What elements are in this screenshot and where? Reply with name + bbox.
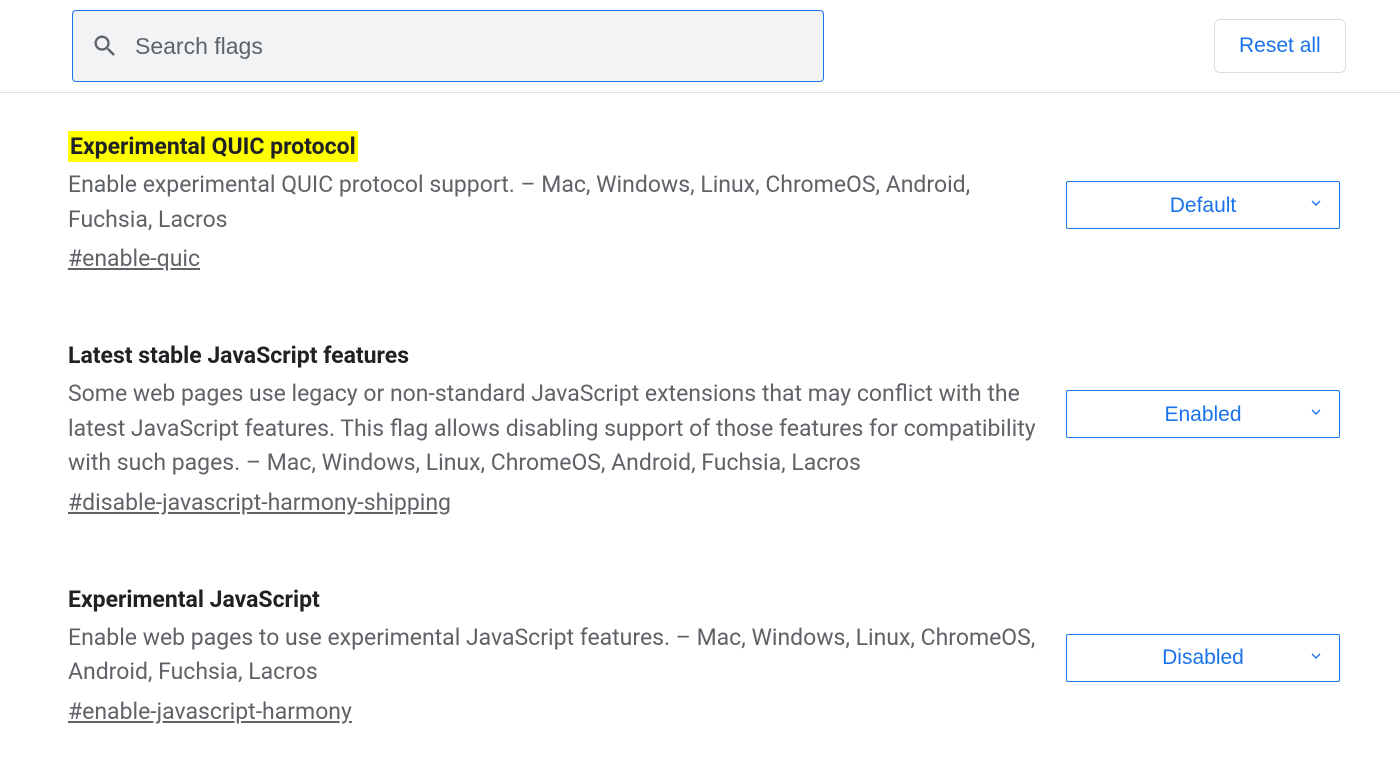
flag-title: Experimental QUIC protocol	[68, 131, 358, 162]
flag-entry: Latest stable JavaScript features Some w…	[68, 342, 1340, 516]
flag-select-wrapper: Disabled	[1066, 634, 1340, 682]
flag-id-link[interactable]: #disable-javascript-harmony-shipping	[68, 489, 451, 516]
flag-text-block: Experimental JavaScript Enable web pages…	[68, 586, 1038, 725]
flag-text-block: Latest stable JavaScript features Some w…	[68, 342, 1038, 516]
flag-state-select[interactable]: Disabled	[1066, 634, 1340, 682]
flag-id-link[interactable]: #enable-javascript-harmony	[68, 698, 352, 725]
flag-entry: Experimental JavaScript Enable web pages…	[68, 586, 1340, 725]
flag-text-block: Experimental QUIC protocol Enable experi…	[68, 133, 1038, 272]
search-container[interactable]	[72, 10, 824, 82]
flags-content: Experimental QUIC protocol Enable experi…	[0, 93, 1400, 725]
flag-title: Experimental JavaScript	[68, 586, 320, 613]
flag-id-link[interactable]: #enable-quic	[68, 245, 200, 272]
flag-description: Some web pages use legacy or non-standar…	[68, 377, 1038, 481]
reset-all-button[interactable]: Reset all	[1214, 19, 1346, 73]
flag-entry: Experimental QUIC protocol Enable experi…	[68, 133, 1340, 272]
flag-select-wrapper: Enabled	[1066, 390, 1340, 438]
flag-description: Enable experimental QUIC protocol suppor…	[68, 168, 1038, 237]
flag-select-wrapper: Default	[1066, 181, 1340, 229]
flag-state-select[interactable]: Enabled	[1066, 390, 1340, 438]
search-input[interactable]	[135, 33, 805, 60]
search-icon	[91, 32, 119, 60]
flag-description: Enable web pages to use experimental Jav…	[68, 621, 1038, 690]
flag-state-select[interactable]: Default	[1066, 181, 1340, 229]
flag-title: Latest stable JavaScript features	[68, 342, 409, 369]
header-bar: Reset all	[0, 0, 1400, 93]
